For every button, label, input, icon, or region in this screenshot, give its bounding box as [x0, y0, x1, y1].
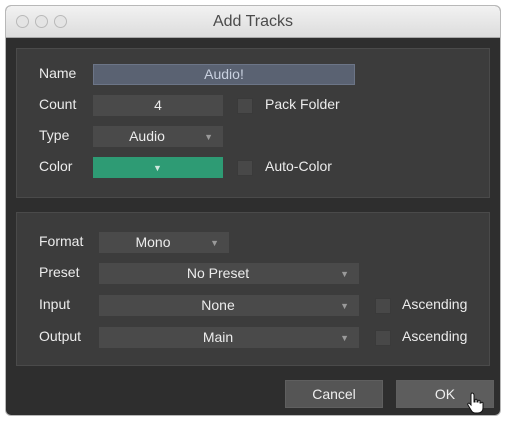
auto-color-label: Auto-Color: [265, 158, 332, 174]
title-bar: Add Tracks: [6, 6, 500, 38]
auto-color-checkbox[interactable]: [237, 160, 253, 176]
preset-label: Preset: [39, 264, 80, 280]
name-input[interactable]: Audio!: [93, 64, 355, 85]
color-label: Color: [39, 158, 73, 174]
window-title: Add Tracks: [212, 13, 294, 30]
cancel-button[interactable]: Cancel: [285, 380, 383, 408]
preset-select[interactable]: No Preset ▼: [99, 263, 359, 284]
chevron-down-icon: ▼: [340, 333, 349, 343]
input-select-value: None: [201, 297, 235, 313]
hand-pointer-icon: [467, 392, 484, 414]
type-select-value: Audio: [129, 128, 165, 144]
output-select[interactable]: Main ▼: [99, 327, 359, 348]
output-select-value: Main: [202, 329, 234, 345]
chevron-down-icon: ▼: [340, 269, 349, 279]
chevron-down-icon: ▼: [153, 163, 162, 173]
preset-select-value: No Preset: [186, 265, 250, 281]
output-label: Output: [39, 328, 82, 344]
count-input[interactable]: 4: [93, 95, 223, 116]
format-label: Format: [39, 233, 84, 249]
type-select[interactable]: Audio ▼: [93, 126, 223, 147]
input-select[interactable]: None ▼: [99, 295, 359, 316]
count-label: Count: [39, 96, 77, 112]
output-ascending-label: Ascending: [402, 328, 468, 344]
color-swatch-select[interactable]: ▼: [93, 157, 223, 178]
format-select[interactable]: Mono ▼: [99, 232, 229, 253]
io-settings-panel: Format Mono ▼ Preset No Preset ▼ Input N…: [16, 212, 490, 366]
chevron-down-icon: ▼: [340, 301, 349, 311]
add-tracks-dialog: Add Tracks Name Audio! Count 4 Pack Fold…: [6, 6, 500, 415]
format-select-value: Mono: [135, 234, 171, 250]
input-ascending-checkbox[interactable]: [375, 298, 391, 314]
name-label: Name: [39, 65, 77, 81]
input-ascending-label: Ascending: [402, 296, 468, 312]
type-label: Type: [39, 127, 70, 143]
chevron-down-icon: ▼: [210, 238, 219, 248]
chevron-down-icon: ▼: [204, 132, 213, 142]
pack-folder-checkbox[interactable]: [237, 98, 253, 114]
input-label: Input: [39, 296, 71, 312]
track-settings-panel: Name Audio! Count 4 Pack Folder Type Aud…: [16, 48, 490, 198]
pack-folder-label: Pack Folder: [265, 96, 340, 112]
output-ascending-checkbox[interactable]: [375, 330, 391, 346]
